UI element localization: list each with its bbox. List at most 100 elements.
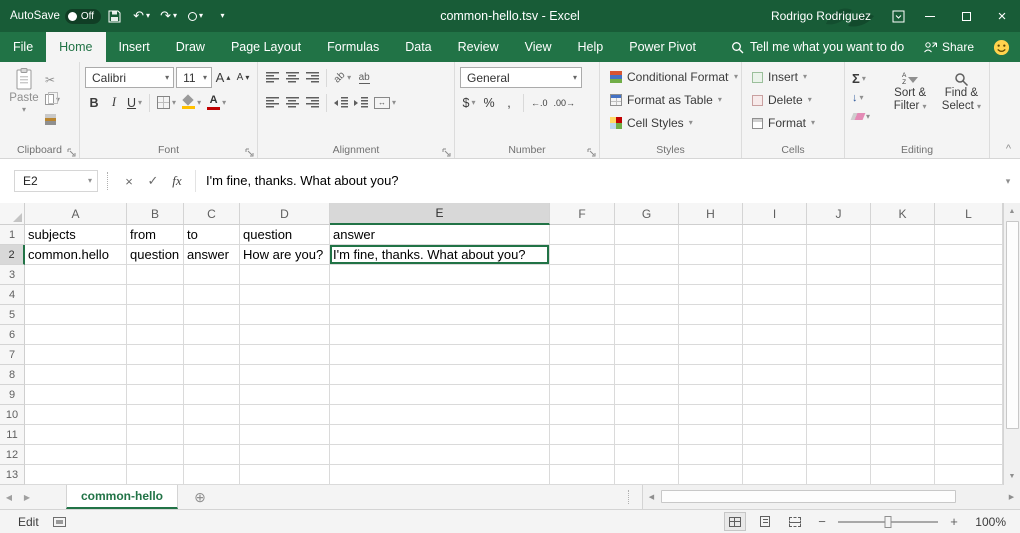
cell-styles-dropdown-icon[interactable]: ▾ xyxy=(689,119,693,127)
format-as-table-button[interactable]: Format as Table ▾ xyxy=(603,90,738,110)
column-header-I[interactable]: I xyxy=(743,203,807,225)
cell-C6[interactable] xyxy=(184,325,240,345)
font-size-dropdown-icon[interactable]: ▾ xyxy=(203,74,207,82)
format-cells-button[interactable]: Format ▾ xyxy=(745,113,841,133)
cell-A8[interactable] xyxy=(25,365,127,385)
row-header-12[interactable]: 12 xyxy=(0,445,25,465)
tab-insert[interactable]: Insert xyxy=(106,32,163,62)
cell-L3[interactable] xyxy=(935,265,1003,285)
cell-D10[interactable] xyxy=(240,405,330,425)
vertical-scroll-track[interactable] xyxy=(1004,220,1020,468)
cell-K9[interactable] xyxy=(871,385,935,405)
autosave-switch[interactable]: Off xyxy=(65,9,101,24)
find-select-dropdown-icon[interactable]: ▾ xyxy=(977,102,981,111)
tab-view[interactable]: View xyxy=(512,32,565,62)
cell-D13[interactable] xyxy=(240,465,330,485)
insert-cells-button[interactable]: Insert ▾ xyxy=(745,67,841,87)
cell-C8[interactable] xyxy=(184,365,240,385)
cell-K6[interactable] xyxy=(871,325,935,345)
ribbon-display-options-button[interactable] xyxy=(885,0,912,32)
cell-E9[interactable] xyxy=(330,385,550,405)
cell-H2[interactable] xyxy=(679,245,743,265)
cell-L7[interactable] xyxy=(935,345,1003,365)
share-button[interactable]: Share xyxy=(923,32,974,62)
cell-K11[interactable] xyxy=(871,425,935,445)
cell-A2[interactable]: common.hello xyxy=(25,245,127,265)
cell-H6[interactable] xyxy=(679,325,743,345)
conditional-formatting-button[interactable]: Conditional Formatting ▾ xyxy=(603,67,738,87)
cell-K8[interactable] xyxy=(871,365,935,385)
cell-L12[interactable] xyxy=(935,445,1003,465)
customize-quick-access-toolbar-button[interactable]: ▾ xyxy=(209,0,236,32)
cell-G2[interactable] xyxy=(615,245,679,265)
cell-C2[interactable]: answer xyxy=(184,245,240,265)
cell-C7[interactable] xyxy=(184,345,240,365)
save-button[interactable] xyxy=(101,0,128,32)
cell-A6[interactable] xyxy=(25,325,127,345)
bold-button[interactable]: B xyxy=(85,93,103,113)
cell-I1[interactable] xyxy=(743,225,807,245)
cell-I11[interactable] xyxy=(743,425,807,445)
cell-H12[interactable] xyxy=(679,445,743,465)
cell-E12[interactable] xyxy=(330,445,550,465)
cell-L1[interactable] xyxy=(935,225,1003,245)
cell-L13[interactable] xyxy=(935,465,1003,485)
cell-D1[interactable]: question xyxy=(240,225,330,245)
name-box[interactable]: E2 ▾ xyxy=(14,170,98,192)
tab-power-pivot[interactable]: Power Pivot xyxy=(616,32,709,62)
cell-J10[interactable] xyxy=(807,405,871,425)
sheet-tab-common-hello[interactable]: common-hello xyxy=(66,485,178,509)
collapse-ribbon-button[interactable]: ^ xyxy=(1006,143,1011,155)
tab-draw[interactable]: Draw xyxy=(163,32,218,62)
cell-D12[interactable] xyxy=(240,445,330,465)
cell-A13[interactable] xyxy=(25,465,127,485)
cell-B1[interactable]: from xyxy=(127,225,184,245)
tab-file[interactable]: File xyxy=(0,32,46,62)
new-sheet-button[interactable]: ⊕ xyxy=(186,485,214,509)
sort-filter-button[interactable]: AZ Sort & Filter ▾ xyxy=(886,67,935,124)
column-header-J[interactable]: J xyxy=(807,203,871,225)
cell-B8[interactable] xyxy=(127,365,184,385)
cell-G4[interactable] xyxy=(615,285,679,305)
autosum-button[interactable]: Σ▾ xyxy=(852,71,884,86)
cell-K7[interactable] xyxy=(871,345,935,365)
cell-F7[interactable] xyxy=(550,345,615,365)
cell-J5[interactable] xyxy=(807,305,871,325)
cell-F12[interactable] xyxy=(550,445,615,465)
column-header-L[interactable]: L xyxy=(935,203,1003,225)
horizontal-scroll-thumb[interactable] xyxy=(661,490,956,503)
clipboard-dialog-launcher[interactable] xyxy=(67,146,77,156)
cell-J3[interactable] xyxy=(807,265,871,285)
row-header-11[interactable]: 11 xyxy=(0,425,25,445)
tab-scrollbar-splitter[interactable] xyxy=(628,490,636,504)
cell-A9[interactable] xyxy=(25,385,127,405)
cell-H1[interactable] xyxy=(679,225,743,245)
cell-H11[interactable] xyxy=(679,425,743,445)
enter-button[interactable]: ✓ xyxy=(141,170,165,192)
middle-align-button[interactable] xyxy=(283,68,301,88)
cell-E7[interactable] xyxy=(330,345,550,365)
sheet-nav-right-icon[interactable]: ▶ xyxy=(18,485,36,509)
cell-G13[interactable] xyxy=(615,465,679,485)
font-dialog-launcher[interactable] xyxy=(245,146,255,156)
cell-I8[interactable] xyxy=(743,365,807,385)
cell-C9[interactable] xyxy=(184,385,240,405)
cell-A4[interactable] xyxy=(25,285,127,305)
cell-I10[interactable] xyxy=(743,405,807,425)
column-header-C[interactable]: C xyxy=(184,203,240,225)
cell-I5[interactable] xyxy=(743,305,807,325)
cell-H10[interactable] xyxy=(679,405,743,425)
cell-J2[interactable] xyxy=(807,245,871,265)
accounting-dropdown-icon[interactable]: ▾ xyxy=(471,99,475,107)
cell-H7[interactable] xyxy=(679,345,743,365)
page-break-view-button[interactable] xyxy=(784,512,806,531)
cell-C11[interactable] xyxy=(184,425,240,445)
cell-A3[interactable] xyxy=(25,265,127,285)
cell-K10[interactable] xyxy=(871,405,935,425)
tab-review[interactable]: Review xyxy=(445,32,512,62)
format-as-table-dropdown-icon[interactable]: ▾ xyxy=(718,96,722,104)
cell-D5[interactable] xyxy=(240,305,330,325)
cell-C4[interactable] xyxy=(184,285,240,305)
cell-H13[interactable] xyxy=(679,465,743,485)
cell-A11[interactable] xyxy=(25,425,127,445)
